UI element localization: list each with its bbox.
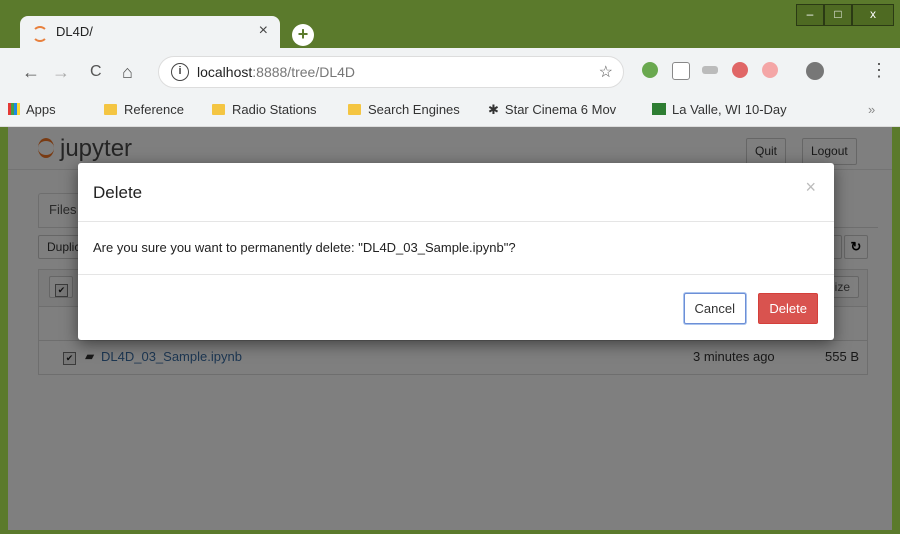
bookmarks-bar: Apps Reference Radio Stations Search Eng… <box>0 96 900 127</box>
bookmark-star-cinema[interactable]: ✱ Star Cinema 6 Mov <box>488 102 636 118</box>
browser-toolbar: ← → C ⌂ i localhost:8888/tree/DL4D ☆ ⋮ <box>0 48 900 96</box>
bookmark-radio-stations[interactable]: Radio Stations <box>212 102 317 117</box>
extension-mail-icon[interactable] <box>732 62 748 78</box>
dialog-title: Delete <box>93 183 143 202</box>
loading-spinner-icon <box>32 26 48 42</box>
delete-button[interactable]: Delete <box>758 293 818 324</box>
browser-window: DL4D/ × + – □ x ← → C ⌂ i localhost:8888… <box>0 0 900 534</box>
browser-menu-icon[interactable]: ⋮ <box>870 60 888 81</box>
minimize-button[interactable]: – <box>796 4 824 26</box>
bookmark-label: Reference <box>124 102 184 117</box>
film-icon: ✱ <box>488 102 499 117</box>
folder-icon <box>212 104 225 115</box>
url-path: :8888/tree/DL4D <box>252 64 355 80</box>
bookmark-apps-label: Apps <box>26 102 56 117</box>
dialog-header: Delete × <box>78 163 834 222</box>
apps-grid-icon <box>8 103 20 115</box>
extension-globe-icon[interactable] <box>642 62 658 78</box>
delete-dialog: Delete × Are you sure you want to perman… <box>78 163 834 340</box>
url-host: localhost <box>197 64 253 80</box>
extension-qr-icon[interactable] <box>672 62 690 80</box>
bookmark-label: Radio Stations <box>232 102 317 117</box>
dialog-footer: Cancel Delete <box>78 274 834 341</box>
window-close-button[interactable]: x <box>852 4 894 26</box>
tab-close-icon[interactable]: × <box>259 22 268 40</box>
bookmark-reference[interactable]: Reference <box>104 102 184 117</box>
extension-camera-icon[interactable] <box>702 66 718 74</box>
folder-icon <box>104 104 117 115</box>
back-button[interactable]: ← <box>22 62 40 83</box>
new-tab-button[interactable]: + <box>292 24 314 46</box>
forward-button[interactable]: → <box>52 62 70 83</box>
bookmark-apps[interactable]: Apps <box>8 102 56 117</box>
maximize-button[interactable]: □ <box>824 4 852 26</box>
extension-block-icon[interactable] <box>762 62 778 78</box>
bookmark-search-engines[interactable]: Search Engines <box>348 102 460 117</box>
dialog-close-icon[interactable]: × <box>805 177 816 198</box>
bookmark-la-valle-weather[interactable]: La Valle, WI 10-Day <box>652 102 812 117</box>
weather-icon <box>652 103 666 115</box>
bookmark-label: Search Engines <box>368 102 460 117</box>
url-text: localhost:8888/tree/DL4D <box>197 64 355 80</box>
tab-strip: DL4D/ × + – □ x <box>0 0 900 48</box>
bookmark-star-icon[interactable]: ☆ <box>599 62 613 82</box>
address-bar[interactable]: i localhost:8888/tree/DL4D ☆ <box>158 56 624 88</box>
bookmark-label: La Valle, WI 10-Day <box>672 102 787 117</box>
dialog-message: Are you sure you want to permanently del… <box>93 240 516 255</box>
home-button[interactable]: ⌂ <box>122 62 133 83</box>
bookmark-label: Star Cinema 6 Mov <box>504 102 617 117</box>
tab-title: DL4D/ <box>56 24 93 39</box>
folder-icon <box>348 104 361 115</box>
browser-tab[interactable]: DL4D/ × <box>20 16 280 48</box>
reload-button[interactable]: C <box>90 63 102 81</box>
bookmarks-overflow-button[interactable]: » <box>868 102 875 117</box>
cancel-button[interactable]: Cancel <box>683 293 746 324</box>
profile-avatar-icon[interactable] <box>806 62 824 80</box>
site-info-icon[interactable]: i <box>171 63 189 81</box>
